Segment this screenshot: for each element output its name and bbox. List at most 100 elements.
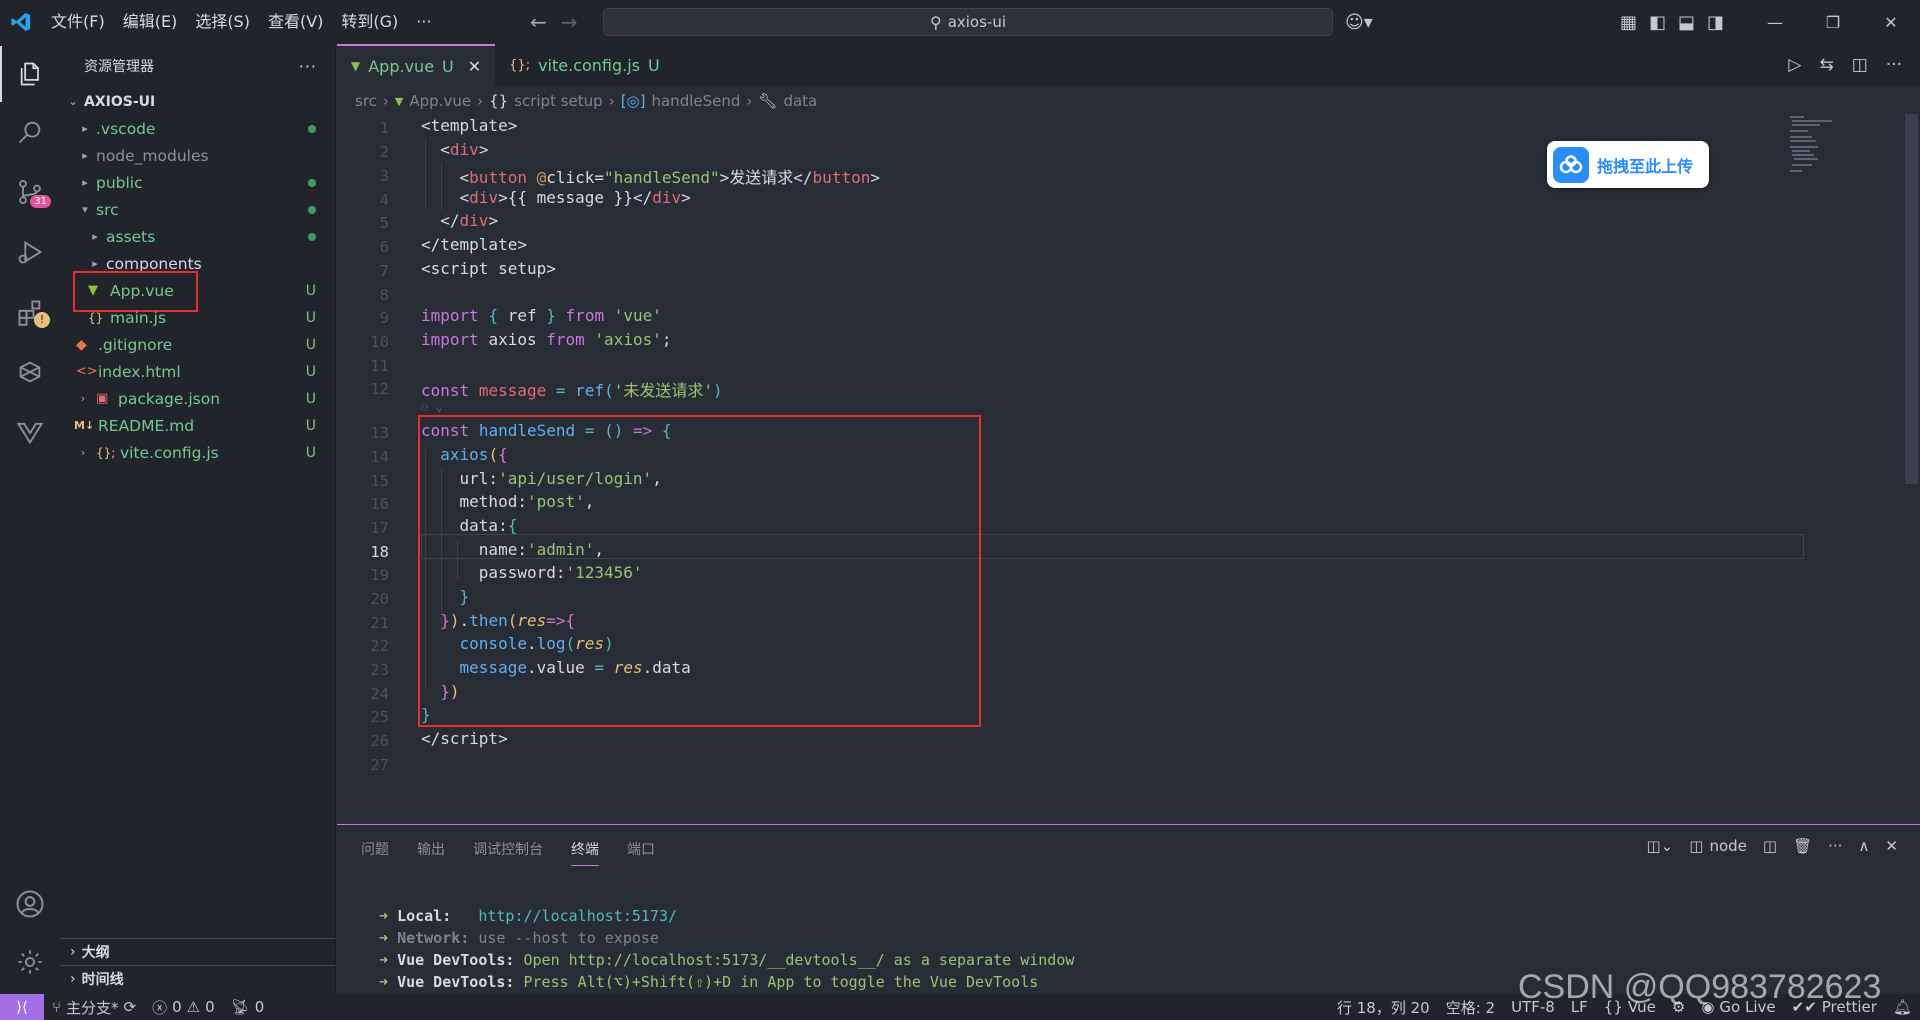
tree-item-label: index.html bbox=[98, 362, 181, 381]
tree-item-vite-config[interactable]: › {}; vite.config.js U bbox=[60, 439, 336, 466]
tab-problems[interactable]: 问题 bbox=[361, 839, 389, 866]
toggle-panel-icon[interactable]: ⬓ bbox=[1678, 12, 1695, 33]
close-panel-icon[interactable]: ✕ bbox=[1885, 837, 1898, 855]
tree-item-vscode[interactable]: ▸ .vscode bbox=[60, 115, 336, 142]
remote-explorer-icon[interactable] bbox=[0, 344, 60, 400]
chevron-right-icon: › bbox=[70, 944, 76, 960]
timeline-section[interactable]: › 时间线 bbox=[60, 965, 336, 992]
cursor-position[interactable]: 行 18，列 20 bbox=[1329, 997, 1438, 1018]
tab-debug-console[interactable]: 调试控制台 bbox=[473, 839, 543, 866]
breadcrumb-item[interactable]: App.vue bbox=[409, 92, 471, 110]
line-number-text: 21 bbox=[370, 613, 389, 632]
git-branch-icon: ⑂ bbox=[52, 998, 62, 1016]
search-view-icon[interactable] bbox=[0, 104, 60, 160]
run-icon[interactable]: ▷ bbox=[1788, 55, 1801, 75]
code-line: </template> bbox=[421, 235, 527, 254]
extensions-icon[interactable]: ! bbox=[0, 284, 60, 340]
line-number-text: 15 bbox=[370, 471, 389, 490]
minimize-icon[interactable]: — bbox=[1746, 0, 1804, 44]
split-editor-icon[interactable]: ◫ bbox=[1852, 55, 1868, 75]
code-editor[interactable]: 1 2 3 4 5 6 7 8 9 10 11 12 13 14 15 16 17 18 19 20 21 22 23 24 2… bbox=[337, 114, 1920, 824]
tree-item-node-modules[interactable]: ▸ node_modules bbox=[60, 142, 336, 169]
editor-scrollbar[interactable] bbox=[1905, 114, 1918, 484]
line-number: 15 bbox=[337, 469, 389, 493]
project-folder[interactable]: ⌄ AXIOS-UI bbox=[60, 88, 336, 115]
more-actions-icon[interactable]: ··· bbox=[1886, 55, 1902, 75]
menu-edit[interactable]: 编辑(E) bbox=[114, 0, 187, 44]
line-number-text: 5 bbox=[379, 213, 389, 232]
wrench-icon: 🔧︎ bbox=[758, 92, 778, 110]
tab-status: U bbox=[442, 56, 454, 76]
maximize-panel-icon[interactable]: ∧ bbox=[1858, 837, 1869, 855]
forward-arrow-icon[interactable]: → bbox=[561, 10, 578, 34]
ports-count: 0 bbox=[254, 998, 265, 1016]
notifications-bell-icon[interactable]: 🔔︎ bbox=[1885, 998, 1920, 1016]
outline-label: 大纲 bbox=[81, 945, 110, 961]
tree-item-src[interactable]: ▾ src bbox=[60, 196, 336, 223]
tree-item-public[interactable]: ▸ public bbox=[60, 169, 336, 196]
error-icon: ⓧ bbox=[152, 998, 168, 1017]
close-window-icon[interactable]: ✕ bbox=[1862, 0, 1920, 44]
run-debug-icon[interactable] bbox=[0, 224, 60, 280]
line-number-text: 4 bbox=[379, 190, 389, 209]
breadcrumb-item[interactable]: script setup bbox=[514, 92, 603, 110]
back-arrow-icon[interactable]: ← bbox=[530, 10, 547, 34]
indentation[interactable]: 空格: 2 bbox=[1438, 997, 1503, 1018]
terminal-name[interactable]: node bbox=[1709, 837, 1746, 855]
settings-gear-icon[interactable] bbox=[0, 934, 60, 990]
codelens-icon[interactable]: ⚇ ⌄ bbox=[421, 400, 443, 414]
tab-vite-config[interactable]: {}; vite.config.js U bbox=[495, 44, 674, 86]
remote-indicator-icon[interactable]: ⟩⟨ bbox=[0, 994, 44, 1020]
toggle-sidebar-icon[interactable]: ◧ bbox=[1649, 12, 1666, 33]
menu-more[interactable]: ··· bbox=[407, 0, 440, 44]
toggle-secondary-sidebar-icon[interactable]: ◨ bbox=[1707, 12, 1724, 33]
breadcrumb-item[interactable]: data bbox=[783, 92, 817, 110]
line-number-text: 19 bbox=[370, 565, 389, 584]
command-center-search[interactable]: ⚲ axios-ui bbox=[603, 8, 1333, 36]
more-actions-icon[interactable]: ··· bbox=[1828, 837, 1842, 855]
source-control-icon[interactable]: 31 bbox=[0, 164, 60, 220]
tab-ports[interactable]: 端口 bbox=[627, 839, 655, 866]
explorer-icon[interactable] bbox=[0, 46, 60, 102]
line-number-text: 13 bbox=[370, 423, 389, 442]
git-status: U bbox=[305, 336, 316, 353]
breadcrumb-item[interactable]: handleSend bbox=[651, 92, 740, 110]
more-actions-icon[interactable]: ··· bbox=[299, 57, 317, 76]
branch-indicator[interactable]: ⑂ 主分支* ⟳ bbox=[44, 997, 144, 1018]
customize-layout-icon[interactable]: ▦ bbox=[1620, 12, 1637, 33]
upload-drop-badge[interactable]: 拖拽至此上传 bbox=[1547, 141, 1709, 188]
tab-output[interactable]: 输出 bbox=[417, 839, 445, 866]
outline-section[interactable]: › 大纲 bbox=[60, 938, 336, 965]
line-number-text: 3 bbox=[379, 166, 389, 185]
breadcrumb-item[interactable]: src bbox=[355, 92, 377, 110]
trash-icon[interactable]: 🗑︎ bbox=[1793, 837, 1812, 855]
split-terminal-icon[interactable]: ◫ bbox=[1763, 837, 1777, 855]
copilot-icon[interactable]: ☺▾ bbox=[1345, 12, 1373, 33]
problems-indicator[interactable]: ⓧ 0 ⚠ 0 bbox=[144, 997, 223, 1018]
line-number-text: 18 bbox=[370, 542, 389, 561]
sync-icon[interactable]: ⟳ bbox=[124, 998, 137, 1016]
menu-view[interactable]: 查看(V) bbox=[259, 0, 332, 44]
chevron-right-icon: › bbox=[746, 92, 753, 110]
tab-terminal[interactable]: 终端 bbox=[571, 839, 599, 866]
vue-icon[interactable] bbox=[0, 404, 60, 460]
minimap[interactable] bbox=[1790, 114, 1895, 174]
tree-item-package-json[interactable]: › ▣ package.json U bbox=[60, 385, 336, 412]
new-terminal-dropdown-icon[interactable]: ◫⌄ bbox=[1647, 837, 1674, 855]
account-icon[interactable] bbox=[0, 876, 60, 932]
line-number: 27 bbox=[337, 753, 389, 777]
tree-item-main-js[interactable]: {} main.js U bbox=[60, 304, 336, 331]
restore-icon[interactable]: ❐ bbox=[1804, 0, 1862, 44]
js-file-icon: {}; bbox=[509, 57, 531, 73]
tree-item-gitignore[interactable]: ◆ .gitignore U bbox=[60, 331, 336, 358]
ports-indicator[interactable]: 📡︎ 0 bbox=[223, 998, 273, 1016]
compare-changes-icon[interactable]: ⇆ bbox=[1819, 55, 1833, 75]
tree-item-assets[interactable]: ▸ assets bbox=[60, 223, 336, 250]
menu-file[interactable]: 文件(F) bbox=[42, 0, 114, 44]
close-tab-icon[interactable]: ✕ bbox=[468, 57, 481, 76]
menu-goto[interactable]: 转到(G) bbox=[332, 0, 407, 44]
tree-item-index-html[interactable]: <> index.html U bbox=[60, 358, 336, 385]
tree-item-readme[interactable]: M↓ README.md U bbox=[60, 412, 336, 439]
tab-app-vue[interactable]: ▼ App.vue U ✕ bbox=[337, 44, 496, 86]
menu-selection[interactable]: 选择(S) bbox=[186, 0, 259, 44]
